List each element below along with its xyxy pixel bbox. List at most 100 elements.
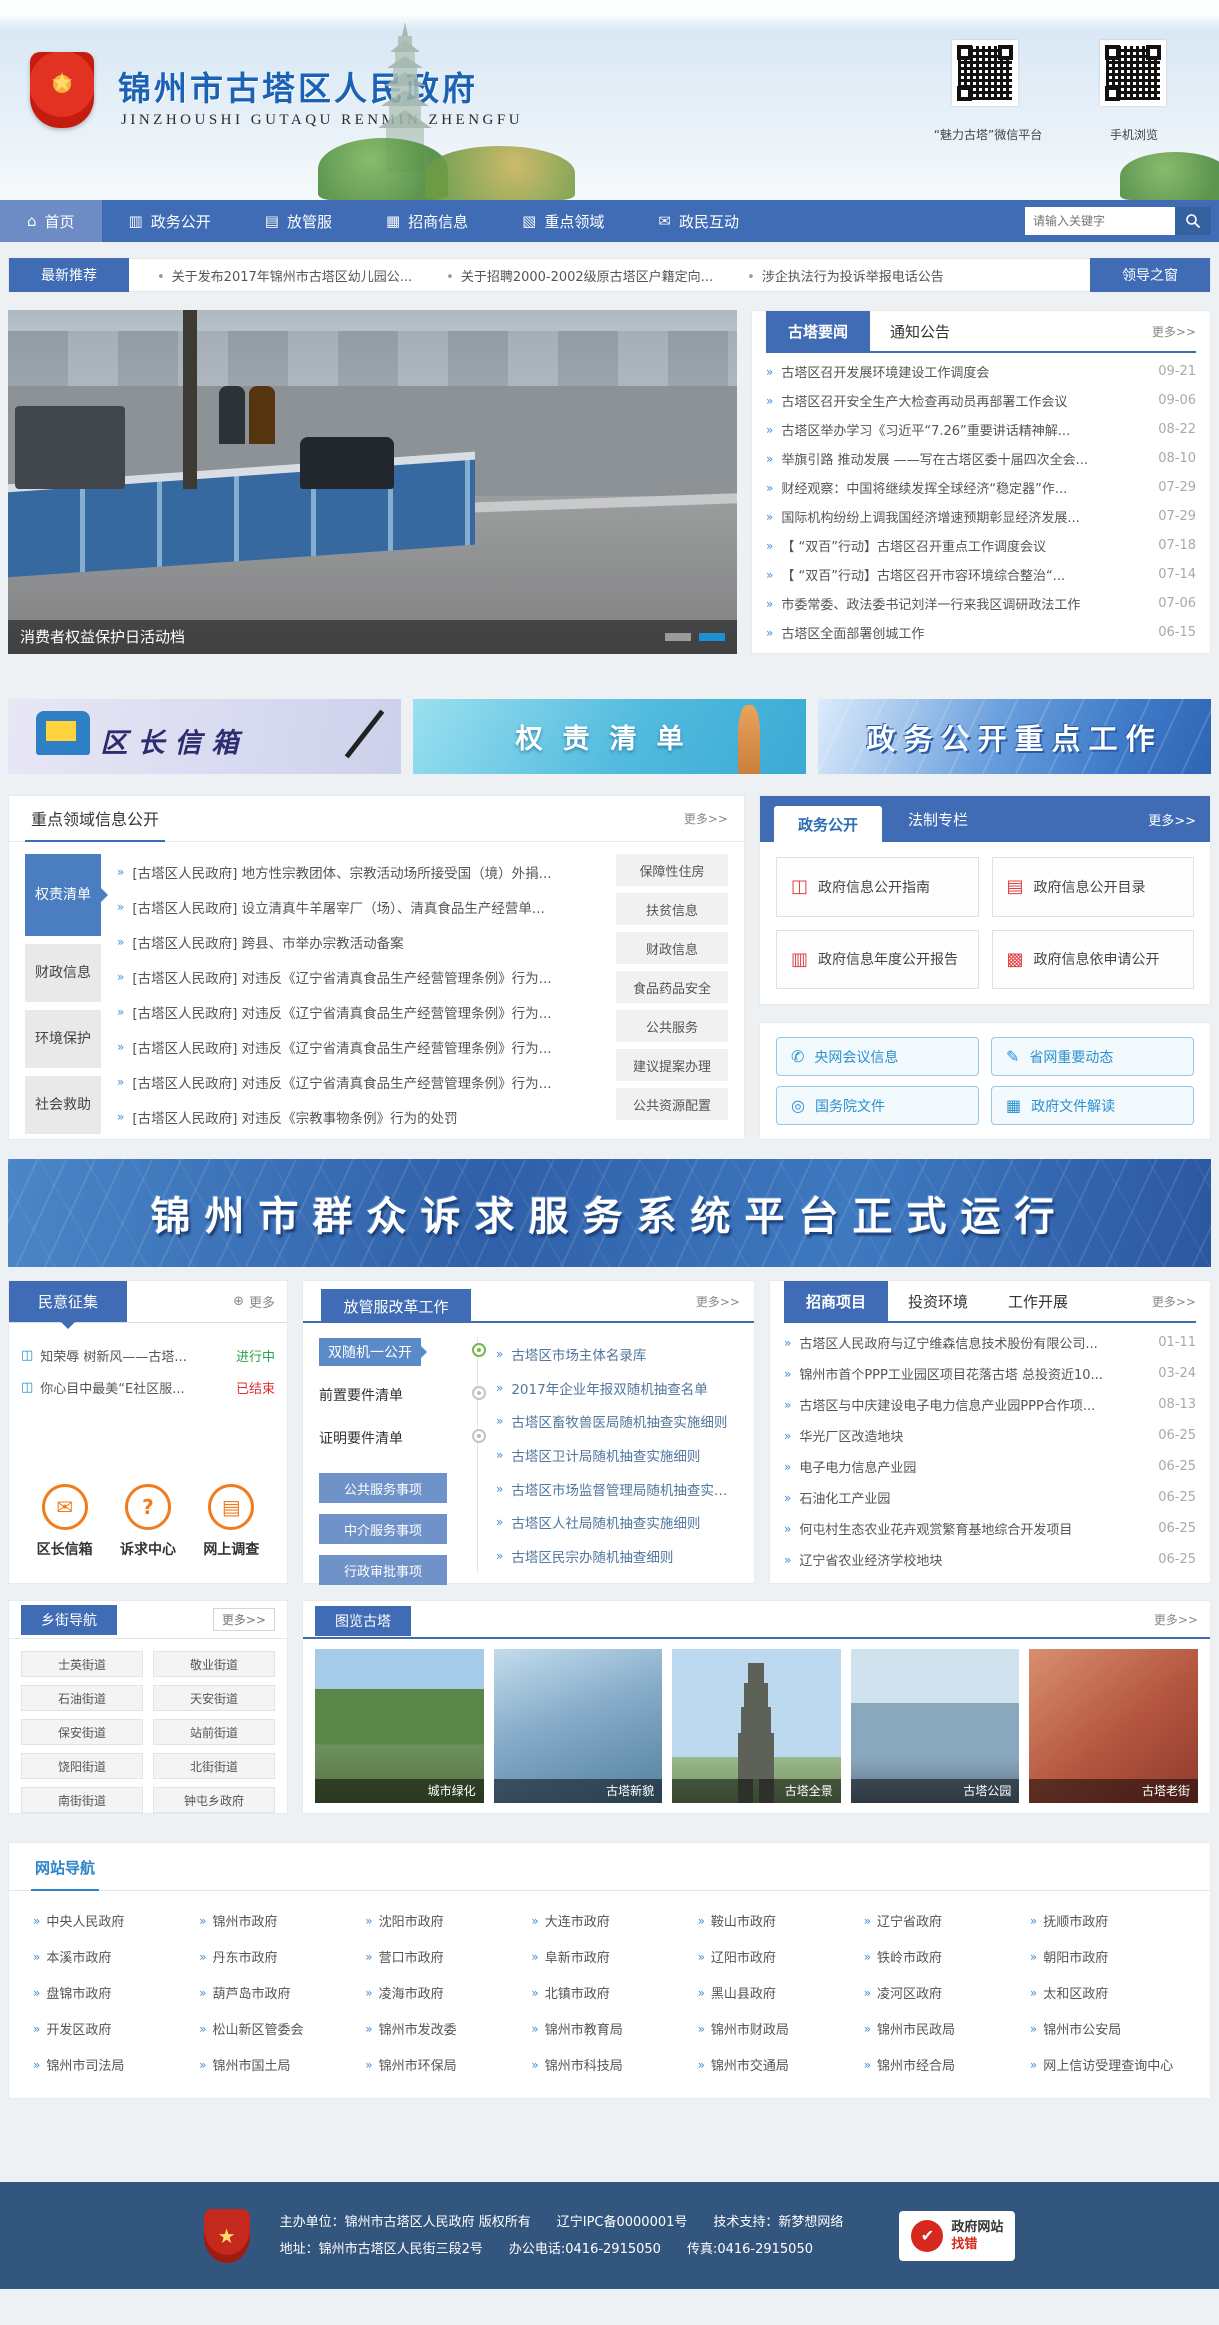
site-link[interactable]: »黑山县政府	[698, 1983, 854, 2002]
key-info-more-link[interactable]: 更多>>	[684, 796, 728, 841]
key-info-item[interactable]: »[古塔区人民政府] 对违反《辽宁省清真食品生产经营管理条例》行为...	[117, 962, 600, 992]
key-info-text[interactable]: [古塔区人民政府] 对违反《辽宁省清真食品生产经营管理条例》行为...	[132, 1037, 551, 1057]
site-link[interactable]: »开发区政府	[33, 2019, 189, 2038]
appeal-system-banner[interactable]: 锦州市群众诉求服务系统平台正式运行	[8, 1159, 1211, 1267]
site-link[interactable]: »锦州市发改委	[365, 2019, 521, 2038]
news-title[interactable]: 国际机构纷纷上调我国经济增速预期彰显经济发展...	[781, 507, 1150, 526]
ticker-item[interactable]: •关于发布2017年锦州市古塔区幼儿园公...	[157, 266, 412, 285]
key-info-item[interactable]: »[古塔区人民政府] 地方性宗教团体、宗教活动场所接受国（境）外捐...	[117, 857, 600, 887]
tag-public-service[interactable]: 公共服务	[616, 1010, 728, 1042]
invest-title[interactable]: 石油化工产业园	[799, 1488, 1150, 1507]
nav-item-interaction[interactable]: ✉政民互动	[631, 200, 766, 242]
key-tab-environment[interactable]: 环境保护	[25, 1010, 101, 1068]
invest-item[interactable]: »古塔区与中庆建设电子电力信息产业园PPP合作项...08-13	[784, 1391, 1196, 1419]
gov-open-by-request[interactable]: ▩政府信息依申请公开	[992, 930, 1195, 990]
news-item[interactable]: »财经观察：中国将继续发挥全球经济“稳定器”作...07-29	[766, 474, 1196, 502]
nav-item-fgs[interactable]: ▤放管服	[238, 200, 359, 242]
fgf-item-title[interactable]: 古塔区市场监督管理局随机抽查实施细则	[511, 1479, 738, 1499]
tab-gutaq-news[interactable]: 古塔要闻	[766, 311, 870, 351]
gallery-photo[interactable]: 古塔新貌	[494, 1649, 663, 1803]
street-button[interactable]: 保安街道	[21, 1719, 143, 1745]
key-tab-power-list[interactable]: 权责清单	[25, 854, 101, 936]
fgf-menu-precondition-list[interactable]: 前置要件清单	[319, 1380, 477, 1410]
tab-invest-projects[interactable]: 招商项目	[784, 1281, 888, 1321]
news-title[interactable]: 古塔区召开发展环境建设工作调度会	[781, 362, 1150, 381]
banner-mayor-mailbox[interactable]: 区长信箱	[8, 699, 401, 774]
search-input[interactable]	[1025, 207, 1175, 235]
shortcut-online-survey[interactable]: ▤网上调查	[203, 1484, 259, 1559]
search-button[interactable]	[1175, 207, 1211, 235]
fgf-button-intermediary[interactable]: 中介服务事项	[319, 1514, 447, 1544]
street-button[interactable]: 钟屯乡政府	[153, 1787, 275, 1813]
news-item[interactable]: »古塔区全面部署创城工作06-15	[766, 619, 1196, 647]
site-link[interactable]: »大连市政府	[531, 1911, 687, 1930]
key-tab-finance[interactable]: 财政信息	[25, 944, 101, 1002]
tag-food-drug[interactable]: 食品药品安全	[616, 971, 728, 1003]
news-more-link[interactable]: 更多>>	[1152, 311, 1196, 351]
fgf-item-title[interactable]: 2017年企业年报双随机抽查名单	[511, 1378, 707, 1398]
key-info-text[interactable]: [古塔区人民政府] 对违反《辽宁省清真食品生产经营管理条例》行为...	[132, 1002, 551, 1022]
key-info-text[interactable]: [古塔区人民政府] 地方性宗教团体、宗教活动场所接受国（境）外捐...	[132, 862, 551, 882]
site-link[interactable]: »锦州市经合局	[864, 2055, 1020, 2074]
fgf-item-title[interactable]: 古塔区人社局随机抽查实施细则	[511, 1512, 700, 1532]
fgf-item-title[interactable]: 古塔区畜牧兽医局随机抽查实施细则	[511, 1411, 727, 1431]
site-link[interactable]: »盘锦市政府	[33, 1983, 189, 2002]
shortcut-mayor-mailbox[interactable]: ✉区长信箱	[37, 1484, 93, 1559]
street-button[interactable]: 站前街道	[153, 1719, 275, 1745]
site-link[interactable]: »锦州市司法局	[33, 2055, 189, 2074]
key-info-item[interactable]: »[古塔区人民政府] 跨县、市举办宗教活动备案	[117, 927, 600, 957]
opinion-more-link[interactable]: ⊕更多	[233, 1281, 275, 1322]
tab-work-progress[interactable]: 工作开展	[988, 1281, 1088, 1321]
news-title[interactable]: 古塔区全面部署创城工作	[781, 623, 1150, 642]
tag-housing[interactable]: 保障性住房	[616, 854, 728, 886]
invest-title[interactable]: 古塔区人民政府与辽宁维森信息技术股份有限公司...	[799, 1333, 1150, 1352]
fgf-item-title[interactable]: 古塔区民宗办随机抽查细则	[511, 1546, 673, 1566]
gallery-photo[interactable]: 城市绿化	[315, 1649, 484, 1803]
news-title[interactable]: 【 “双百”行动】古塔区召开市容环境综合整治“...	[781, 565, 1150, 584]
site-link[interactable]: »锦州市国土局	[199, 2055, 355, 2074]
site-link[interactable]: »本溪市政府	[33, 1947, 189, 1966]
site-link[interactable]: »锦州市科技局	[531, 2055, 687, 2074]
street-button[interactable]: 敬业街道	[153, 1651, 275, 1677]
link-province-news[interactable]: ✎省网重要动态	[991, 1037, 1194, 1076]
gallery-photo[interactable]: 古塔全景	[672, 1649, 841, 1803]
site-link[interactable]: »锦州市财政局	[698, 2019, 854, 2038]
gov-open-guide[interactable]: ◫政府信息公开指南	[776, 857, 979, 917]
opinion-item[interactable]: ◫你心目中最美“E社区服...已结束	[21, 1371, 275, 1403]
street-button[interactable]: 饶阳街道	[21, 1753, 143, 1779]
news-title[interactable]: 市委常委、政法委书记刘洋一行来我区调研政法工作	[781, 594, 1150, 613]
news-item[interactable]: »举旗引路 推动发展 ——写在古塔区委十届四次全会...08-10	[766, 445, 1196, 473]
gov-open-more-link[interactable]: 更多>>	[1148, 796, 1196, 842]
nav-item-key-areas[interactable]: ▧重点领域	[495, 200, 631, 242]
tab-legal-column[interactable]: 法制专栏	[908, 796, 968, 842]
fgf-button-admin-approval[interactable]: 行政审批事项	[319, 1555, 447, 1585]
site-link[interactable]: »锦州市交通局	[698, 2055, 854, 2074]
invest-item[interactable]: »何屯村生态农业花卉观赏繁育基地综合开发项目06-25	[784, 1515, 1196, 1543]
invest-more-link[interactable]: 更多>>	[1152, 1281, 1196, 1321]
site-link[interactable]: »营口市政府	[365, 1947, 521, 1966]
site-link[interactable]: »网上信访受理查询中心	[1030, 2055, 1186, 2074]
site-link[interactable]: »锦州市教育局	[531, 2019, 687, 2038]
fgf-item[interactable]: »古塔区市场监督管理局随机抽查实施细则	[496, 1474, 738, 1504]
news-title[interactable]: 举旗引路 推动发展 ——写在古塔区委十届四次全会...	[781, 449, 1150, 468]
fgf-item[interactable]: »古塔区市场主体名录库	[496, 1339, 738, 1369]
site-link[interactable]: »锦州市民政局	[864, 2019, 1020, 2038]
key-info-text[interactable]: [古塔区人民政府] 对违反《辽宁省清真食品生产经营管理条例》行为...	[132, 967, 551, 987]
photo-carousel[interactable]: 消费者权益保护日活动档	[8, 310, 737, 654]
gov-open-catalog[interactable]: ▤政府信息公开目录	[992, 857, 1195, 917]
leaders-window-button[interactable]: 领导之窗	[1090, 258, 1210, 292]
site-link[interactable]: »中央人民政府	[33, 1911, 189, 1930]
site-link[interactable]: »朝阳市政府	[1030, 1947, 1186, 1966]
site-link[interactable]: »锦州市环保局	[365, 2055, 521, 2074]
key-info-item[interactable]: »[古塔区人民政府] 对违反《宗教事物条例》行为的处罚	[117, 1102, 600, 1132]
fgf-button-public-service[interactable]: 公共服务事项	[319, 1473, 447, 1503]
key-info-item[interactable]: »[古塔区人民政府] 对违反《辽宁省清真食品生产经营管理条例》行为...	[117, 1067, 600, 1097]
news-item[interactable]: »市委常委、政法委书记刘洋一行来我区调研政法工作07-06	[766, 590, 1196, 618]
key-tab-social-aid[interactable]: 社会救助	[25, 1076, 101, 1134]
fgf-item[interactable]: »古塔区卫计局随机抽查实施细则	[496, 1440, 738, 1470]
street-button[interactable]: 南街街道	[21, 1787, 143, 1813]
carousel-dot-active[interactable]	[699, 633, 725, 641]
fgf-item[interactable]: »2017年企业年报双随机抽查名单	[496, 1373, 738, 1403]
tab-gov-open[interactable]: 政务公开	[774, 806, 882, 842]
site-link[interactable]: »太和区政府	[1030, 1983, 1186, 2002]
